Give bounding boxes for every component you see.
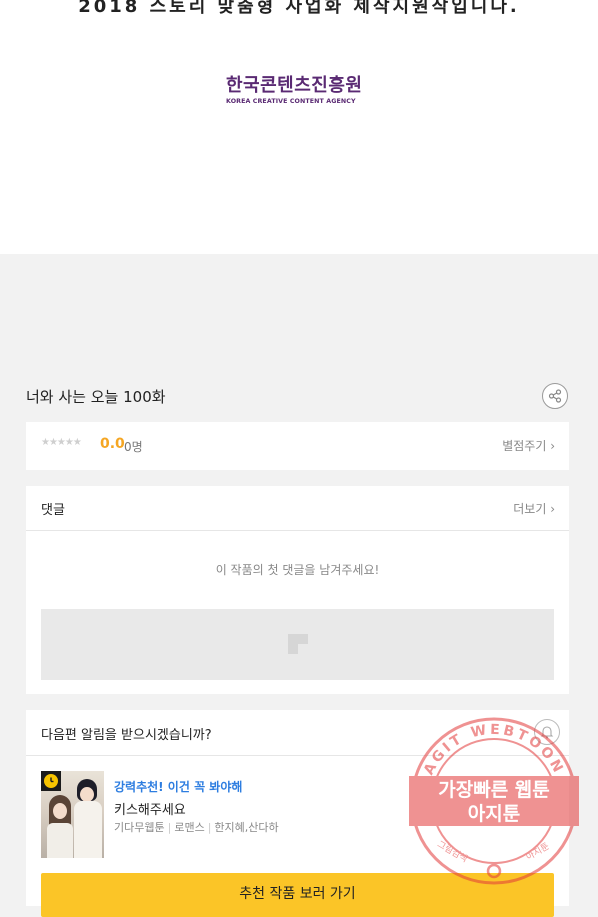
rating-votes: 0명	[124, 440, 143, 454]
stamp-bottom-left: 그림검색	[435, 838, 470, 865]
comments-empty-message: 이 작품의 첫 댓글을 남겨주세요!	[215, 563, 380, 577]
comments-more-link[interactable]: 더보기 ›	[513, 500, 555, 517]
recommend-thumbnail[interactable]	[41, 771, 104, 858]
share-button[interactable]	[542, 383, 568, 409]
episode-title: 너와 사는 오늘 100화	[26, 388, 166, 406]
stamp-graphic: AGIT WEBTOON 가장빠른 웹툰 아지툰 그림검색 아지툰	[409, 717, 579, 885]
comments-title: 댓글	[41, 503, 65, 518]
recommend-authors: 한지혜,산다하	[214, 821, 279, 834]
stamp-line1: 가장빠른 웹툰	[438, 779, 550, 801]
stamp-ring-text: AGIT WEBTOON	[421, 722, 564, 778]
wait-free-badge	[41, 771, 61, 791]
kocca-logo-korean: 한국콘텐츠진흥원	[226, 75, 363, 96]
share-icon	[548, 389, 562, 403]
rating-stars: ★★★★★	[41, 437, 82, 448]
rating-card: ★★★★★ 0.0 0명 별점주기 ›	[26, 422, 569, 470]
svg-text:AGIT WEBTOON: AGIT WEBTOON	[421, 722, 567, 778]
kocca-logo-english: KOREA CREATIVE CONTENT AGENCY	[226, 98, 356, 105]
stamp-line2: 아지툰	[468, 803, 520, 825]
ad-placeholder-icon	[288, 634, 308, 654]
recommend-title[interactable]: 키스해주세요	[114, 799, 186, 818]
comments-header: 댓글 더보기 ›	[26, 486, 569, 531]
thumb-figure2-body	[74, 801, 102, 858]
recommend-meta: 기다무웹툰 | 로맨스 | 한지혜,산다하	[114, 821, 279, 834]
support-notice: 2018 스토리 맞춤형 사업화 제작지원작입니다.	[78, 0, 520, 17]
notify-question: 다음편 알림을 받으시겠습니까?	[41, 728, 212, 743]
clock-icon	[44, 774, 58, 788]
agit-webtoon-stamp: AGIT WEBTOON 가장빠른 웹툰 아지툰 그림검색 아지툰	[409, 717, 579, 885]
thumb-figure-face	[53, 803, 67, 819]
top-banner: 2018 스토리 맞춤형 사업화 제작지원작입니다. 한국콘텐츠진흥원 KORE…	[0, 0, 598, 254]
rating-score: 0.0	[100, 436, 125, 452]
kocca-logo: 한국콘텐츠진흥원 KOREA CREATIVE CONTENT AGENCY	[226, 76, 376, 106]
thumb-figure-body	[47, 823, 73, 858]
ad-placeholder[interactable]	[41, 609, 554, 680]
rate-button[interactable]: 별점주기 ›	[502, 437, 555, 454]
recommend-tag: 강력추천! 이건 꼭 봐야해	[114, 780, 243, 794]
recommend-genre: 로맨스	[174, 821, 205, 834]
comments-card: 댓글 더보기 › 이 작품의 첫 댓글을 남겨주세요!	[26, 486, 569, 694]
thumb-figure2-face	[80, 787, 94, 802]
recommend-platform: 기다무웹툰	[114, 821, 165, 834]
